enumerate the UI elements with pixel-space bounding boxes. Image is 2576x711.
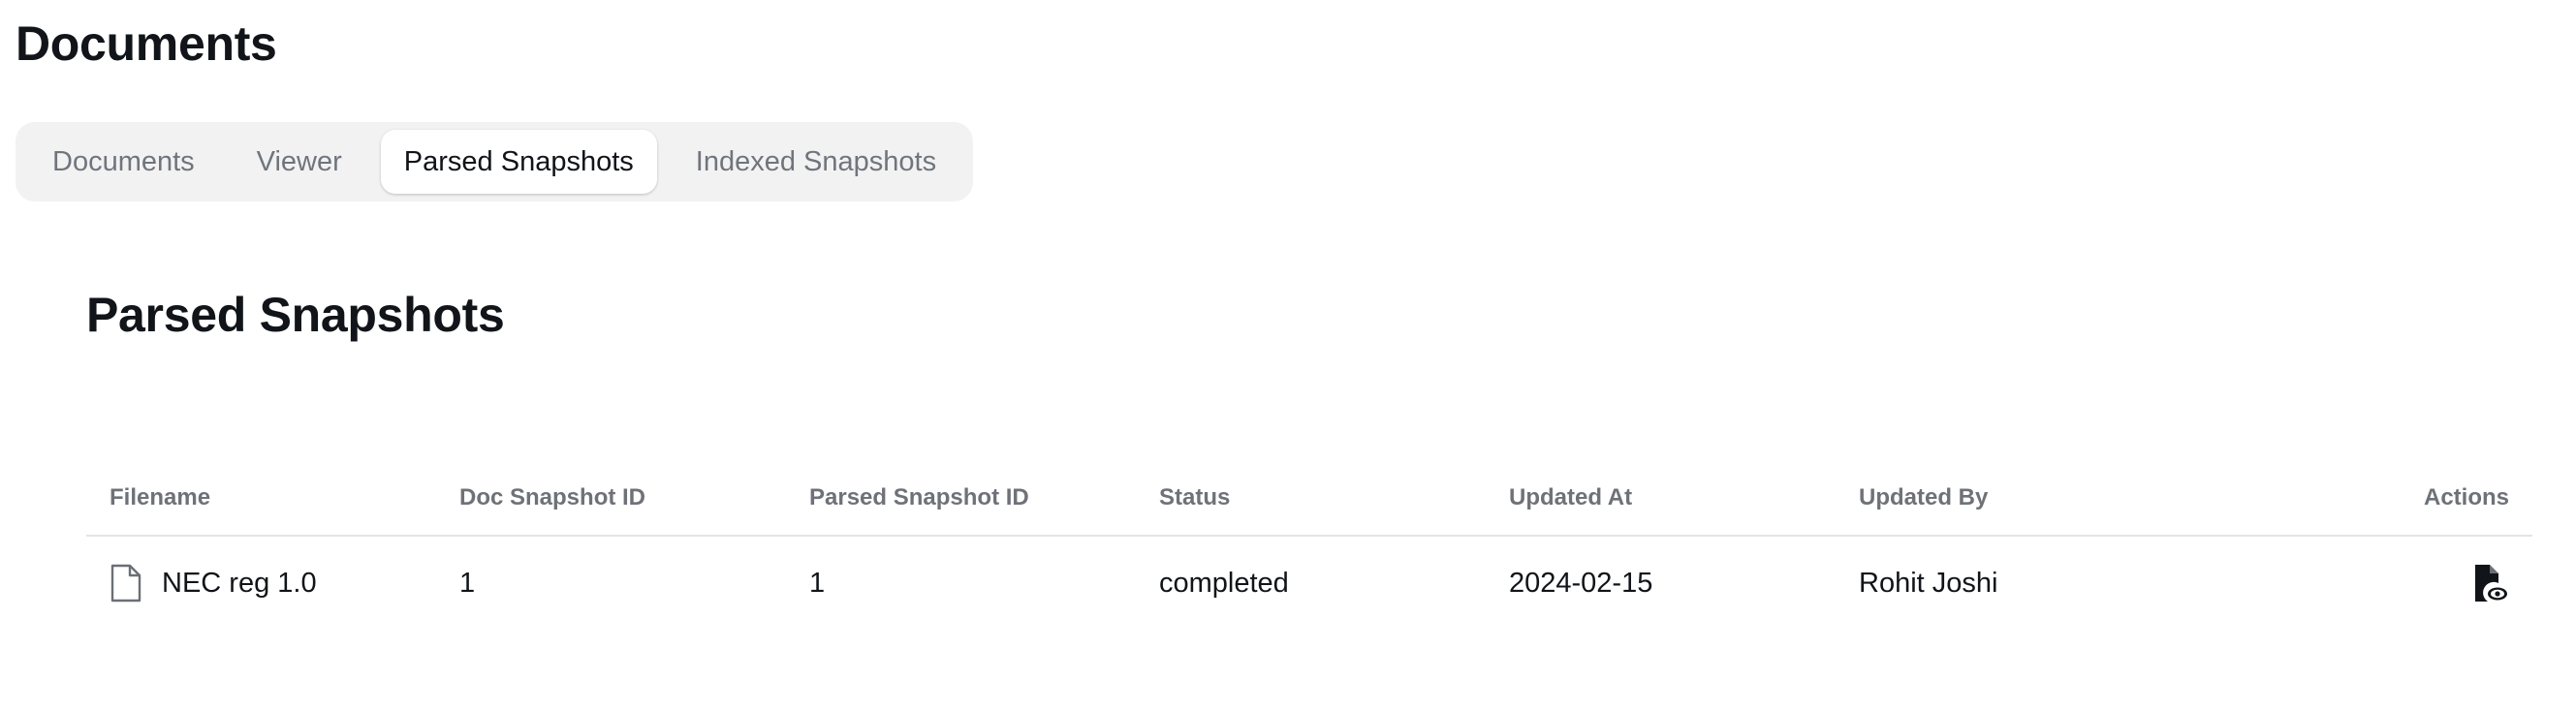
- tab-indexed-snapshots[interactable]: Indexed Snapshots: [673, 130, 959, 194]
- table-header: Filename Doc Snapshot ID Parsed Snapshot…: [86, 461, 2532, 537]
- tab-bar: Documents Viewer Parsed Snapshots Indexe…: [16, 122, 974, 201]
- cell-filename: NEC reg 1.0: [86, 564, 436, 603]
- column-header-updated-at: Updated At: [1509, 484, 1633, 510]
- view-document-icon[interactable]: [2470, 564, 2509, 603]
- cell-actions: [2185, 564, 2532, 603]
- cell-parsed-snapshot-id: 1: [809, 567, 826, 599]
- snapshots-table: Filename Doc Snapshot ID Parsed Snapshot…: [86, 461, 2532, 630]
- column-header-doc-snapshot-id: Doc Snapshot ID: [459, 484, 646, 510]
- cell-status: completed: [1159, 567, 1289, 599]
- column-header-actions: Actions: [2423, 484, 2509, 510]
- document-icon: [110, 564, 142, 603]
- tab-viewer[interactable]: Viewer: [234, 130, 365, 194]
- page-title: Documents: [16, 16, 277, 71]
- column-header-updated-by: Updated By: [1859, 484, 1989, 510]
- tab-parsed-snapshots[interactable]: Parsed Snapshots: [380, 130, 657, 194]
- column-header-filename: Filename: [110, 484, 211, 510]
- filename-text: NEC reg 1.0: [162, 567, 317, 599]
- cell-doc-snapshot-id: 1: [459, 567, 476, 599]
- cell-updated-at: 2024-02-15: [1509, 567, 1653, 599]
- tab-documents[interactable]: Documents: [29, 130, 218, 194]
- column-header-parsed-snapshot-id: Parsed Snapshot ID: [809, 484, 1029, 510]
- page: Documents Documents Viewer Parsed Snapsh…: [0, 0, 2576, 711]
- table-row: NEC reg 1.0 1 1 completed 2024-02-15 Roh…: [86, 537, 2532, 630]
- column-header-status: Status: [1159, 484, 1231, 510]
- section-title: Parsed Snapshots: [86, 288, 505, 342]
- cell-updated-by: Rohit Joshi: [1859, 567, 1998, 599]
